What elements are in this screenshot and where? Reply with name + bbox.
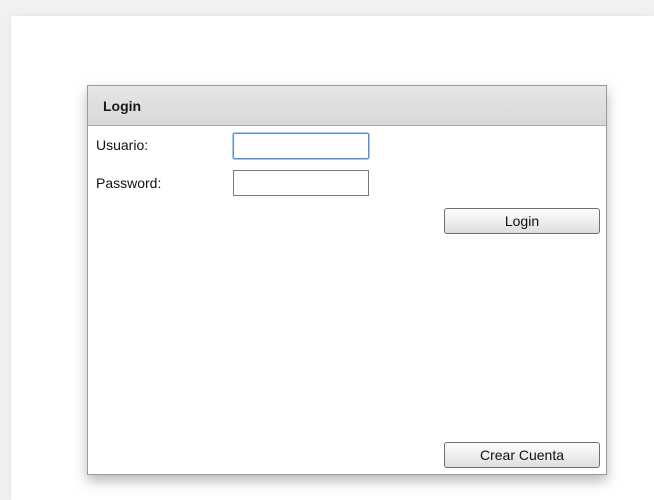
password-input[interactable] [233, 170, 369, 196]
panel-header: Login [88, 86, 606, 126]
panel-title: Login [103, 98, 142, 114]
usuario-label: Usuario: [96, 137, 149, 153]
usuario-input[interactable] [233, 133, 369, 159]
page-background: Login Usuario: Password: Login Crear Cue… [11, 16, 654, 500]
login-button[interactable]: Login [444, 208, 600, 234]
login-panel: Login Usuario: Password: Login Crear Cue… [87, 85, 607, 475]
create-account-button[interactable]: Crear Cuenta [444, 442, 600, 468]
password-label: Password: [96, 175, 162, 191]
